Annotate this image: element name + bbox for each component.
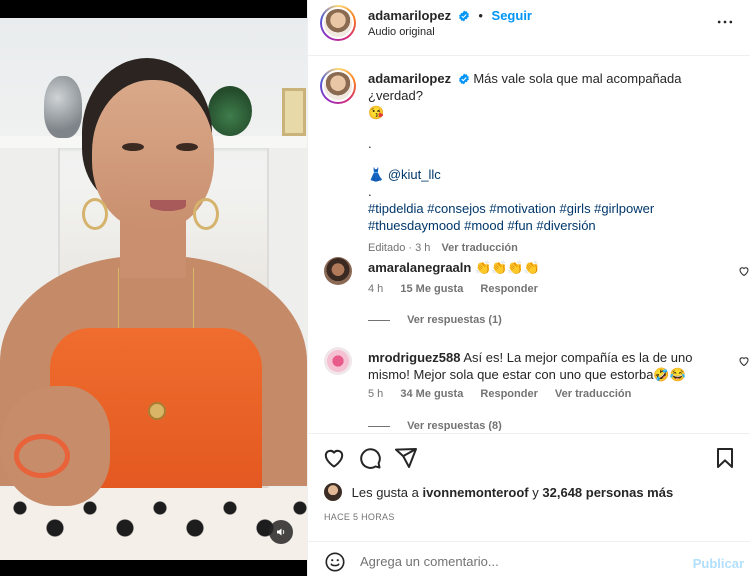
- comment-username[interactable]: mrodriguez588: [368, 350, 460, 365]
- comment-input[interactable]: [360, 548, 680, 574]
- mute-button[interactable]: [269, 520, 293, 544]
- earring-right: [193, 198, 219, 230]
- comment-time: 5 h: [368, 388, 384, 400]
- person-eye-right: [176, 143, 198, 151]
- comment-likes[interactable]: 15 Me gusta: [400, 283, 463, 295]
- audio-label[interactable]: Audio original: [368, 26, 435, 38]
- post-actions: [308, 433, 750, 479]
- add-comment-bar: Publicar: [308, 541, 750, 576]
- verified-badge-icon: [458, 10, 469, 22]
- likes-prefix: Les gusta a: [351, 485, 419, 500]
- view-replies-button[interactable]: Ver respuestas (8): [368, 420, 502, 431]
- comment-likes[interactable]: 34 Me gusta: [400, 388, 463, 400]
- caption-text: adamarilopez Más vale sola que mal acomp…: [368, 70, 738, 257]
- view-replies-label: Ver respuestas (8): [407, 420, 502, 431]
- person-mouth: [150, 200, 186, 211]
- background-plant: [208, 86, 252, 136]
- replies-divider: [368, 425, 390, 427]
- liker-avatar[interactable]: [324, 483, 342, 501]
- emoji-icon[interactable]: [324, 551, 346, 573]
- dress-emoji: 👗: [368, 167, 385, 182]
- commenter-avatar[interactable]: [324, 257, 352, 285]
- comment-text: 👏👏👏👏: [474, 260, 540, 275]
- liker-username[interactable]: ivonnemonteroof: [422, 485, 528, 500]
- post-header: adamarilopez • Seguir Audio original: [308, 0, 750, 56]
- author-avatar[interactable]: [320, 5, 356, 41]
- follow-button[interactable]: Seguir: [492, 8, 532, 23]
- audio-muted-icon: [277, 528, 285, 536]
- likes-count[interactable]: 32,648 personas más: [542, 485, 673, 500]
- commenter-avatar[interactable]: [324, 347, 352, 375]
- likes-joiner: y: [532, 485, 539, 500]
- translate-link[interactable]: Ver traducción: [555, 388, 631, 400]
- hashtags-line-2[interactable]: #thuesdaymood #mood #fun #diversión: [368, 217, 738, 234]
- caption-dot-2: .: [368, 184, 372, 199]
- caption-dot: .: [368, 136, 372, 151]
- likes-summary: Les gusta a ivonnemonteroof y 32,648 per…: [324, 483, 673, 501]
- verified-badge-icon: [458, 73, 469, 85]
- caption-username[interactable]: adamarilopez: [368, 71, 451, 86]
- share-icon[interactable]: [394, 446, 418, 470]
- separator-dot: •: [478, 8, 483, 23]
- reply-button[interactable]: Responder: [480, 283, 537, 295]
- comment-time: 4 h: [368, 283, 384, 295]
- author-line: adamarilopez • Seguir: [368, 8, 532, 23]
- post-details-panel: adamarilopez • Seguir Audio original ada…: [307, 0, 750, 576]
- person-eye-left: [122, 143, 144, 151]
- more-options-icon[interactable]: [715, 12, 735, 32]
- edited-time: Editado · 3 h: [368, 242, 431, 254]
- comment-icon[interactable]: [358, 446, 382, 470]
- mention-link[interactable]: @kiut_llc: [388, 167, 441, 182]
- author-username[interactable]: adamarilopez: [368, 8, 451, 23]
- caption-author-avatar[interactable]: [320, 68, 356, 104]
- translate-link[interactable]: Ver traducción: [441, 242, 517, 254]
- comment-username[interactable]: amaralanegraaln: [368, 260, 471, 275]
- comment-like-icon[interactable]: [738, 355, 750, 367]
- view-replies-button[interactable]: Ver respuestas (1): [368, 314, 502, 326]
- reply-button[interactable]: Responder: [480, 388, 537, 400]
- background-vase: [44, 76, 82, 138]
- replies-divider: [368, 319, 390, 321]
- view-replies-label: Ver respuestas (1): [407, 314, 502, 326]
- bookmark-icon[interactable]: [713, 446, 737, 470]
- earring-left: [82, 198, 108, 230]
- post-media[interactable]: [0, 0, 307, 576]
- caption-emoji: 😘: [368, 105, 385, 120]
- video-frame[interactable]: [0, 18, 307, 560]
- heart-icon[interactable]: [322, 446, 346, 470]
- comment-like-icon[interactable]: [738, 265, 750, 277]
- necklace-pendant: [148, 402, 166, 420]
- publish-button[interactable]: Publicar: [693, 556, 744, 571]
- hashtags-line-1[interactable]: #tipdeldia #consejos #motivation #girls …: [368, 200, 738, 217]
- bracelet: [14, 434, 70, 478]
- background-picture-frame: [282, 88, 306, 136]
- post-time-ago[interactable]: HACE 5 HORAS: [324, 512, 395, 522]
